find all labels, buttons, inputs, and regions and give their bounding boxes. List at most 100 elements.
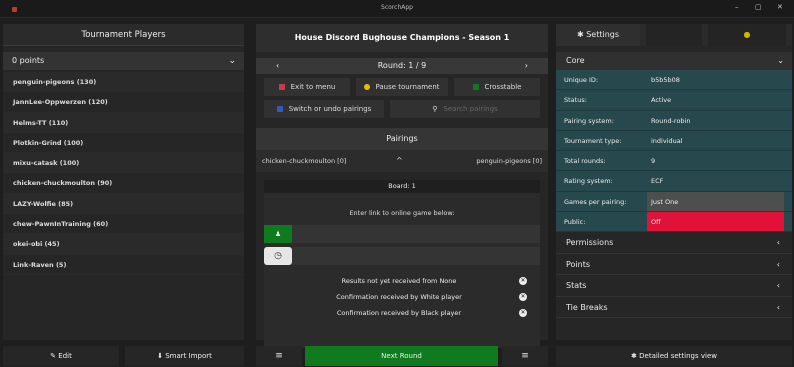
section-label: Stats	[566, 281, 587, 291]
chevron-left-icon: ‹	[776, 302, 780, 312]
x-circle-icon: ✕	[519, 293, 527, 301]
pause-icon	[364, 84, 371, 90]
tab-settings[interactable]: ✱ Settings	[556, 24, 640, 46]
setting-tournament-type: Tournament type: individual	[556, 130, 792, 152]
tab-trophy[interactable]: ●	[708, 24, 786, 46]
smart-import-label: Smart Import	[165, 352, 212, 360]
players-panel: Tournament Players 0 points ⌄ penguin-pi…	[3, 24, 244, 340]
x-circle-icon: ✕	[519, 309, 527, 317]
chevron-left-icon: ‹	[776, 238, 780, 248]
points-filter-value: 0 points	[12, 56, 45, 65]
clock-icon[interactable]: ◷	[264, 247, 292, 265]
black-player: penguin-pigeons [0]	[476, 157, 542, 165]
setting-key: Public:	[564, 218, 586, 227]
setting-value: Round-robin	[651, 116, 691, 125]
section-label: Points	[566, 259, 591, 269]
trophy-icon: ●	[743, 30, 751, 39]
points-filter[interactable]: 0 points ⌄	[3, 52, 244, 70]
detailed-settings-button[interactable]: ✱ Detailed settings view	[556, 346, 792, 366]
pause-label: Pause tournament	[375, 83, 440, 91]
next-round-button[interactable]: Next Round	[305, 346, 498, 366]
settings-tab-label: Settings	[586, 30, 620, 39]
player-item[interactable]: Helms-TT (110)	[3, 112, 244, 133]
switch-icon	[276, 106, 283, 112]
prev-round-button[interactable]: ‹	[276, 58, 279, 74]
smart-import-button[interactable]: ⬇ Smart Import	[125, 346, 244, 366]
player-item[interactable]: okei-obi (45)	[3, 234, 244, 255]
public-toggle[interactable]: Off	[647, 212, 784, 232]
white-confirmation: Confirmation received by White player	[336, 293, 462, 301]
search-pairings-input[interactable]: ⚲ Search pairings	[390, 100, 540, 118]
switch-undo-pairings-button[interactable]: Switch or undo pairings	[264, 100, 384, 118]
window-title: ScorchApp	[381, 4, 413, 11]
setting-key: Total rounds:	[564, 157, 606, 166]
left-menu-button[interactable]: ≡	[256, 346, 302, 366]
crosstable-label: Crosstable	[484, 83, 522, 91]
crosstable-button[interactable]: Crosstable	[454, 78, 540, 96]
round-panel: House Discord Bughouse Champions - Seaso…	[256, 24, 548, 348]
maximize-button[interactable]: ▢	[755, 3, 762, 11]
player-item[interactable]: chew-PawnInTraining (60)	[3, 214, 244, 235]
setting-unique-id: Unique ID: b5b5b08	[556, 70, 792, 91]
section-label: Permissions	[566, 238, 614, 248]
exit-icon	[278, 84, 285, 90]
setting-value: Active	[651, 96, 672, 105]
pairing-row[interactable]: chicken-chuckmoulton [0] ^ penguin-pigeo…	[256, 150, 548, 172]
action-row: Exit to menu Pause tournament Crosstable	[256, 78, 548, 96]
player-item[interactable]: LAZY-Wolfie (85)	[3, 193, 244, 215]
players-header: Tournament Players	[3, 24, 244, 46]
permissions-section[interactable]: Permissions ‹	[556, 232, 792, 254]
setting-value: b5b5b08	[651, 76, 680, 84]
crosstable-icon	[472, 84, 479, 90]
results-note: Results not yet received from None	[341, 277, 457, 285]
collapse-icon[interactable]: ^	[396, 150, 403, 172]
stats-section[interactable]: Stats ‹	[556, 275, 792, 297]
tie-breaks-section[interactable]: Tie Breaks ‹	[556, 297, 792, 319]
next-round-arrow-button[interactable]: ›	[525, 58, 528, 74]
title-bar: ScorchApp – ▢ ✕	[0, 0, 794, 18]
link-hint: Enter link to online game below:	[349, 209, 455, 217]
setting-public[interactable]: Public: Off	[556, 212, 792, 233]
edit-button[interactable]: ✎ Edit	[3, 346, 119, 366]
timer-input[interactable]	[292, 247, 540, 265]
player-item[interactable]: Plotkin-Grind (100)	[3, 133, 244, 154]
search-icon: ⚲	[432, 105, 438, 113]
chevron-left-icon: ‹	[776, 281, 780, 291]
chevron-down-icon: ⌄	[228, 56, 236, 66]
minimize-button[interactable]: –	[735, 3, 739, 11]
round-label: Round: 1 / 9	[377, 61, 427, 70]
settings-tabs: ✱ Settings ●	[556, 24, 792, 46]
exit-to-menu-button[interactable]: Exit to menu	[264, 78, 350, 96]
white-player: chicken-chuckmoulton [0]	[262, 157, 347, 165]
close-button[interactable]: ✕	[777, 3, 783, 11]
tab-blank[interactable]	[646, 24, 702, 46]
points-section[interactable]: Points ‹	[556, 254, 792, 276]
gears-icon: ✱	[631, 352, 637, 360]
switch-label: Switch or undo pairings	[288, 105, 372, 113]
player-item[interactable]: penguin-pigeons (130)	[3, 72, 244, 93]
setting-games-per-pairing[interactable]: Games per pairing: Just One	[556, 191, 792, 213]
setting-key: Rating system:	[564, 177, 613, 186]
setting-value: ECF	[651, 177, 664, 186]
setting-key: Unique ID:	[564, 76, 599, 84]
setting-key: Pairing system:	[564, 116, 614, 125]
games-per-pairing-select[interactable]: Just One	[647, 191, 784, 212]
timer-row: ◷	[264, 247, 540, 269]
player-item[interactable]: mixu-catask (100)	[3, 153, 244, 174]
app-window: ScorchApp – ▢ ✕ Tournament Players 0 poi…	[0, 0, 794, 367]
chess-icon[interactable]: ♟	[264, 225, 292, 243]
core-section-header[interactable]: Core ⌄	[556, 52, 792, 70]
pause-tournament-button[interactable]: Pause tournament	[356, 78, 448, 96]
player-item[interactable]: JannLee-Oppwerzen (120)	[3, 92, 244, 113]
chevron-left-icon: ‹	[776, 259, 780, 269]
setting-status: Status: Active	[556, 90, 792, 111]
chevron-down-icon: ⌄	[777, 56, 784, 65]
player-item[interactable]: Link-Raven (5)	[3, 255, 244, 275]
detailed-settings-label: Detailed settings view	[639, 352, 717, 360]
player-item[interactable]: chicken-chuckmoulton (90)	[3, 173, 244, 194]
setting-total-rounds: Total rounds: 9	[556, 151, 792, 172]
right-menu-button[interactable]: ≡	[502, 346, 548, 366]
import-icon: ⬇	[157, 352, 163, 360]
game-link-input[interactable]	[292, 225, 540, 243]
setting-value: 9	[651, 157, 656, 166]
